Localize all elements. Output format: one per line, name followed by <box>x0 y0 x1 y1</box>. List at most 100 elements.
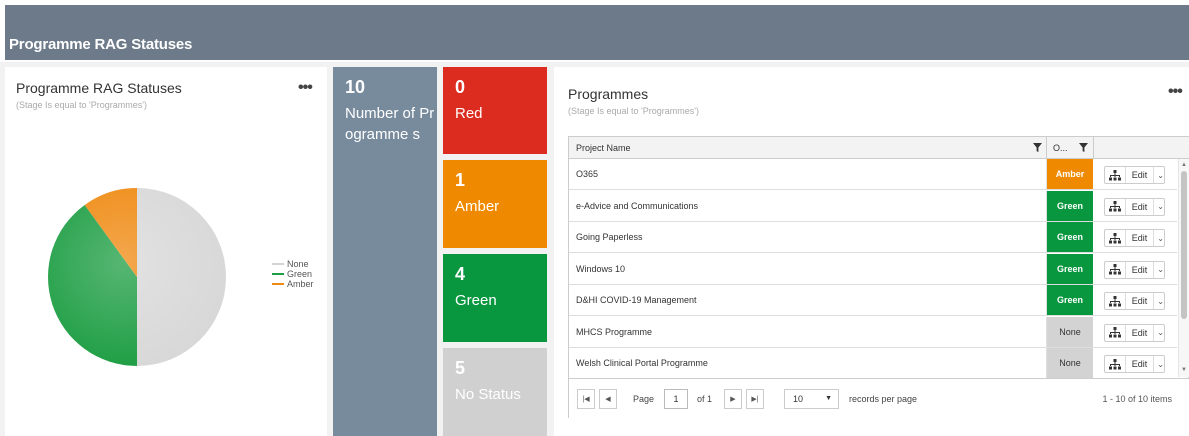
edit-button[interactable]: Edit <box>1132 296 1148 306</box>
grid-pager: |◀ ◀ Page 1 of 1 ▶ ▶| 10 ▼ records per p… <box>569 378 1189 418</box>
table-row[interactable]: O365 Amber Edit ⌄ <box>569 159 1177 190</box>
page-label: Page <box>633 394 655 404</box>
edit-button[interactable]: Edit <box>1132 359 1148 369</box>
programmes-title: Programmes <box>568 86 649 102</box>
chevron-down-icon[interactable]: ⌄ <box>1153 356 1164 372</box>
hierarchy-icon[interactable] <box>1105 356 1126 372</box>
pie-panel-subtitle: (Stage Is equal to 'Programmes') <box>16 100 147 110</box>
status-badge: Amber <box>1047 159 1093 189</box>
row-actions[interactable]: Edit ⌄ <box>1104 229 1165 247</box>
column-header-project-name[interactable]: Project Name <box>576 137 631 159</box>
chevron-down-icon[interactable]: ⌄ <box>1153 198 1164 215</box>
last-page-button[interactable]: ▶| <box>746 389 764 409</box>
legend-label-none: None <box>287 259 309 269</box>
project-name-cell[interactable]: MHCS Programme <box>576 327 652 337</box>
filter-icon[interactable] <box>1033 143 1042 152</box>
chevron-down-icon[interactable]: ⌄ <box>1153 293 1164 309</box>
legend-item-green[interactable]: Green <box>272 269 314 279</box>
table-row[interactable]: D&HI COVID-19 Management Green Edit ⌄ <box>569 285 1177 316</box>
edit-button[interactable]: Edit <box>1132 265 1148 275</box>
hierarchy-icon[interactable] <box>1105 230 1126 246</box>
table-row[interactable]: e-Advice and Communications Green Edit ⌄ <box>569 190 1177 222</box>
hierarchy-icon[interactable] <box>1105 198 1126 215</box>
kpi-total-programmes[interactable]: 10 Number of Programme s <box>333 67 437 436</box>
pie-slice-none[interactable] <box>137 188 226 366</box>
kpi-green-label: Green <box>455 292 497 309</box>
first-page-button[interactable]: |◀ <box>577 389 595 409</box>
status-badge: Green <box>1047 190 1093 221</box>
hierarchy-icon[interactable] <box>1105 261 1126 278</box>
grid-header: Project Name O... <box>569 137 1189 159</box>
programmes-subtitle: (Stage Is equal to 'Programmes') <box>568 106 699 116</box>
project-name-cell[interactable]: Welsh Clinical Portal Programme <box>576 358 708 368</box>
hierarchy-icon[interactable] <box>1105 293 1126 309</box>
programmes-grid: Project Name O... O365 Amber Edit ⌄ e-Advice… <box>568 136 1189 418</box>
grid-scrollbar[interactable]: ▲ ▼ <box>1178 159 1189 377</box>
prev-page-button[interactable]: ◀ <box>599 389 617 409</box>
pie-panel-menu-button[interactable]: ••• <box>298 79 313 97</box>
programmes-menu-button[interactable]: ••• <box>1168 83 1183 101</box>
legend-item-amber[interactable]: Amber <box>272 279 314 289</box>
project-name-cell[interactable]: O365 <box>576 169 598 179</box>
table-row[interactable]: Windows 10 Green Edit ⌄ <box>569 253 1177 285</box>
kpi-amber-value: 1 <box>455 170 466 190</box>
kpi-red[interactable]: 0 Red <box>443 67 547 154</box>
chevron-down-icon[interactable]: ⌄ <box>1153 167 1164 183</box>
scroll-thumb[interactable] <box>1181 171 1187 319</box>
project-name-cell[interactable]: Going Paperless <box>576 232 643 242</box>
row-actions[interactable]: Edit ⌄ <box>1104 355 1165 373</box>
filter-icon[interactable] <box>1079 143 1088 152</box>
kpi-total-label: Number of Programme s <box>345 105 435 143</box>
column-header-status[interactable]: O... <box>1053 137 1068 159</box>
edit-button[interactable]: Edit <box>1132 170 1148 180</box>
kpi-total-value: 10 <box>345 77 366 97</box>
scroll-down-icon[interactable]: ▼ <box>1181 367 1187 373</box>
chevron-down-icon: ▼ <box>825 395 832 402</box>
hierarchy-icon[interactable] <box>1105 324 1126 341</box>
chevron-down-icon[interactable]: ⌄ <box>1153 230 1164 246</box>
kpi-nostatus-label: No Status <box>455 386 521 403</box>
records-per-page-label: records per page <box>849 394 918 404</box>
legend-item-none[interactable]: None <box>272 259 314 269</box>
pie-legend: None Green Amber <box>272 259 314 289</box>
table-row[interactable]: Welsh Clinical Portal Programme None Edit ⌄ <box>569 348 1177 379</box>
project-name-cell[interactable]: e-Advice and Communications <box>576 201 698 211</box>
status-badge: None <box>1047 348 1093 378</box>
legend-label-amber: Amber <box>287 279 314 289</box>
row-actions[interactable]: Edit ⌄ <box>1104 323 1165 342</box>
row-actions[interactable]: Edit ⌄ <box>1104 260 1165 279</box>
page-number-input[interactable]: 1 <box>664 389 688 409</box>
page-size-select[interactable]: 10 ▼ <box>784 389 839 409</box>
row-actions[interactable]: Edit ⌄ <box>1104 166 1165 184</box>
kpi-green[interactable]: 4 Green <box>443 254 547 342</box>
page-of-label: of 1 <box>697 394 713 404</box>
page-title: Programme RAG Statuses <box>9 36 193 53</box>
chevron-down-icon[interactable]: ⌄ <box>1153 261 1164 278</box>
chevron-down-icon[interactable]: ⌄ <box>1153 324 1164 341</box>
table-row[interactable]: Going Paperless Green Edit ⌄ <box>569 222 1177 253</box>
kpi-no-status[interactable]: 5 No Status <box>443 348 547 436</box>
row-actions[interactable]: Edit ⌄ <box>1104 292 1165 310</box>
legend-swatch-amber <box>272 283 284 285</box>
row-actions[interactable]: Edit ⌄ <box>1104 197 1165 216</box>
edit-button[interactable]: Edit <box>1132 233 1148 243</box>
scroll-up-icon[interactable]: ▲ <box>1181 162 1187 168</box>
edit-button[interactable]: Edit <box>1132 328 1148 338</box>
items-count: 1 - 10 of 10 items <box>1102 394 1172 404</box>
legend-label-green: Green <box>287 269 313 279</box>
table-row[interactable]: MHCS Programme None Edit ⌄ <box>569 316 1177 348</box>
kpi-amber[interactable]: 1 Amber <box>443 160 547 248</box>
pie-chart <box>48 188 226 366</box>
status-badge: None <box>1047 316 1093 347</box>
kpi-amber-label: Amber <box>455 198 500 215</box>
column-divider <box>1093 137 1094 159</box>
kpi-red-label: Red <box>455 105 483 122</box>
project-name-cell[interactable]: Windows 10 <box>576 264 625 274</box>
kpi-red-value: 0 <box>455 77 466 97</box>
edit-button[interactable]: Edit <box>1132 202 1148 212</box>
legend-swatch-none <box>272 263 284 265</box>
project-name-cell[interactable]: D&HI COVID-19 Management <box>576 295 697 305</box>
hierarchy-icon[interactable] <box>1105 167 1126 183</box>
next-page-button[interactable]: ▶ <box>724 389 742 409</box>
kpi-nostatus-value: 5 <box>455 358 466 378</box>
